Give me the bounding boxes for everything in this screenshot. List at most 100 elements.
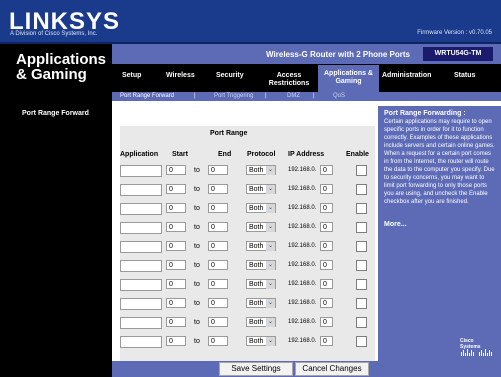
- end-port-input[interactable]: 0: [208, 298, 228, 308]
- cancel-changes-button[interactable]: Cancel Changes: [295, 362, 369, 376]
- cisco-logo: Cisco Systems: [460, 338, 494, 358]
- nav-setup[interactable]: Setup: [122, 72, 141, 79]
- to-label: to: [194, 224, 200, 231]
- enable-checkbox[interactable]: [356, 317, 367, 328]
- ip-prefix: 192.168.0.: [288, 281, 317, 287]
- start-port-input[interactable]: 0: [166, 298, 186, 308]
- save-settings-button[interactable]: Save Settings: [219, 362, 293, 376]
- enable-checkbox[interactable]: [356, 222, 367, 233]
- to-label: to: [194, 167, 200, 174]
- nav-access-restrictions[interactable]: Access Restrictions: [265, 72, 313, 88]
- firmware-version: Firmware Version : v0.70.05: [417, 30, 492, 36]
- protocol-value: Both: [249, 224, 264, 231]
- start-port-input[interactable]: 0: [166, 260, 186, 270]
- application-input[interactable]: [120, 317, 162, 329]
- protocol-select[interactable]: Both ⌄: [246, 260, 276, 270]
- end-port-input[interactable]: 0: [208, 184, 228, 194]
- protocol-select[interactable]: Both ⌄: [246, 184, 276, 194]
- to-label: to: [194, 319, 200, 326]
- enable-checkbox[interactable]: [356, 298, 367, 309]
- nav-administration[interactable]: Administration: [382, 72, 431, 79]
- ip-prefix: 192.168.0.: [288, 300, 317, 306]
- protocol-select[interactable]: Both ⌄: [246, 298, 276, 308]
- ip-last-octet-input[interactable]: 0: [320, 241, 333, 251]
- section-title: Applications & Gaming: [16, 52, 106, 82]
- protocol-value: Both: [249, 167, 264, 174]
- help-more-link[interactable]: More...: [384, 221, 407, 228]
- start-port-input[interactable]: 0: [166, 241, 186, 251]
- protocol-value: Both: [249, 319, 264, 326]
- subnav-qos[interactable]: QoS: [333, 93, 345, 99]
- application-input[interactable]: [120, 279, 162, 291]
- application-input[interactable]: [120, 336, 162, 348]
- nav-applications-gaming[interactable]: Applications & Gaming: [318, 65, 379, 92]
- protocol-select[interactable]: Both ⌄: [246, 222, 276, 232]
- enable-checkbox[interactable]: [356, 165, 367, 176]
- application-input[interactable]: [120, 165, 162, 177]
- protocol-value: Both: [249, 338, 264, 345]
- application-input[interactable]: [120, 260, 162, 272]
- ip-last-octet-input[interactable]: 0: [320, 336, 333, 346]
- end-port-input[interactable]: 0: [208, 336, 228, 346]
- to-label: to: [194, 262, 200, 269]
- protocol-select[interactable]: Both ⌄: [246, 203, 276, 213]
- enable-checkbox[interactable]: [356, 184, 367, 195]
- start-port-input[interactable]: 0: [166, 203, 186, 213]
- chevron-down-icon: ⌄: [266, 223, 275, 232]
- application-input[interactable]: [120, 298, 162, 310]
- ip-last-octet-input[interactable]: 0: [320, 260, 333, 270]
- end-port-input[interactable]: 0: [208, 165, 228, 175]
- end-port-input[interactable]: 0: [208, 279, 228, 289]
- end-port-input[interactable]: 0: [208, 317, 228, 327]
- product-name: Wireless-G Router with 2 Phone Ports: [266, 50, 410, 59]
- ip-last-octet-input[interactable]: 0: [320, 222, 333, 232]
- ip-prefix: 192.168.0.: [288, 186, 317, 192]
- ip-last-octet-input[interactable]: 0: [320, 317, 333, 327]
- protocol-select[interactable]: Both ⌄: [246, 317, 276, 327]
- chevron-down-icon: ⌄: [266, 261, 275, 270]
- chevron-down-icon: ⌄: [266, 280, 275, 289]
- end-port-input[interactable]: 0: [208, 260, 228, 270]
- chevron-down-icon: ⌄: [266, 185, 275, 194]
- ip-prefix: 192.168.0.: [288, 205, 317, 211]
- application-input[interactable]: [120, 222, 162, 234]
- enable-checkbox[interactable]: [356, 203, 367, 214]
- cisco-bars-icon: [461, 349, 492, 356]
- start-port-input[interactable]: 0: [166, 184, 186, 194]
- application-input[interactable]: [120, 184, 162, 196]
- application-input[interactable]: [120, 241, 162, 253]
- enable-checkbox[interactable]: [356, 260, 367, 271]
- nav-wireless[interactable]: Wireless: [166, 72, 195, 79]
- end-port-input[interactable]: 0: [208, 222, 228, 232]
- to-label: to: [194, 243, 200, 250]
- end-port-input[interactable]: 0: [208, 241, 228, 251]
- ip-last-octet-input[interactable]: 0: [320, 165, 333, 175]
- subnav-port-range-forward[interactable]: Port Range Forward: [120, 93, 174, 99]
- nav-status[interactable]: Status: [454, 72, 475, 79]
- protocol-select[interactable]: Both ⌄: [246, 336, 276, 346]
- start-port-input[interactable]: 0: [166, 222, 186, 232]
- ip-last-octet-input[interactable]: 0: [320, 298, 333, 308]
- enable-checkbox[interactable]: [356, 279, 367, 290]
- ip-last-octet-input[interactable]: 0: [320, 184, 333, 194]
- protocol-select[interactable]: Both ⌄: [246, 241, 276, 251]
- start-port-input[interactable]: 0: [166, 165, 186, 175]
- start-port-input[interactable]: 0: [166, 279, 186, 289]
- header-ip-address: IP Address: [288, 151, 325, 158]
- to-label: to: [194, 281, 200, 288]
- subnav-dmz[interactable]: DMZ: [287, 93, 300, 99]
- end-port-input[interactable]: 0: [208, 203, 228, 213]
- start-port-input[interactable]: 0: [166, 317, 186, 327]
- ip-last-octet-input[interactable]: 0: [320, 279, 333, 289]
- enable-checkbox[interactable]: [356, 336, 367, 347]
- to-label: to: [194, 338, 200, 345]
- subnav-port-triggering[interactable]: Port Triggering: [214, 93, 253, 99]
- ip-last-octet-input[interactable]: 0: [320, 203, 333, 213]
- start-port-input[interactable]: 0: [166, 336, 186, 346]
- protocol-select[interactable]: Both ⌄: [246, 279, 276, 289]
- application-input[interactable]: [120, 203, 162, 215]
- protocol-select[interactable]: Both ⌄: [246, 165, 276, 175]
- nav-security[interactable]: Security: [216, 72, 244, 79]
- to-label: to: [194, 300, 200, 307]
- enable-checkbox[interactable]: [356, 241, 367, 252]
